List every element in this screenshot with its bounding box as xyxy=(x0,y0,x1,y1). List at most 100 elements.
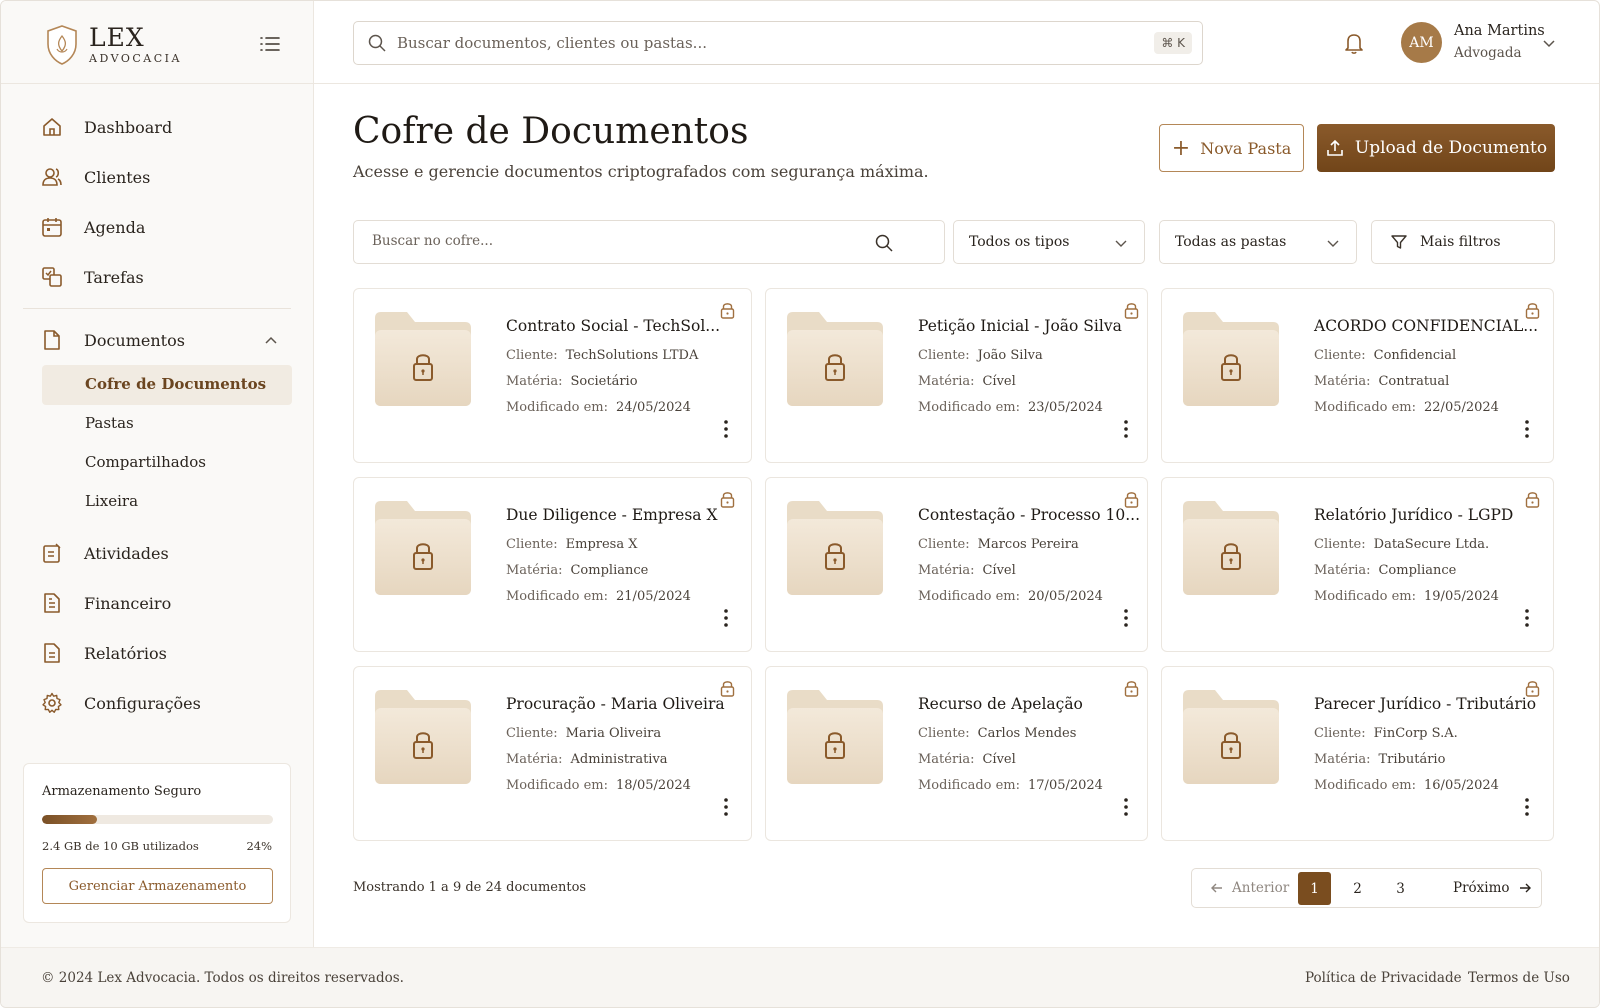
modified-value: 16/05/2024 xyxy=(1424,778,1499,793)
search-icon xyxy=(368,34,386,52)
chevron-down-icon[interactable] xyxy=(1541,35,1557,51)
terms-link[interactable]: Termos de Uso xyxy=(1468,970,1570,986)
lock-icon xyxy=(720,681,735,697)
document-modified: Modificado em: 18/05/2024 xyxy=(506,778,691,793)
document-title[interactable]: ACORDO CONFIDENCIAL... xyxy=(1314,317,1538,335)
modified-value: 17/05/2024 xyxy=(1028,778,1103,793)
document-card[interactable]: Due Diligence - Empresa X Cliente: Empres… xyxy=(353,477,752,652)
page-button-2[interactable]: 2 xyxy=(1341,872,1374,905)
locked-folder-icon xyxy=(375,690,471,784)
shortcut-badge: ⌘ K xyxy=(1154,32,1192,54)
user-name[interactable]: Ana Martins xyxy=(1454,23,1545,39)
footer-separator: · xyxy=(1450,970,1455,985)
document-card[interactable]: Petição Inicial - João Silva Cliente: Joã… xyxy=(765,288,1148,463)
sub-item-compartilhados[interactable]: Compartilhados xyxy=(85,453,206,471)
sidebar-item-configuracoes[interactable]: Configurações xyxy=(41,685,201,721)
document-matter: Matéria: Contratual xyxy=(1314,374,1449,389)
document-card[interactable]: Parecer Jurídico - Tributário Cliente: Fi… xyxy=(1161,666,1554,841)
document-title[interactable]: Petição Inicial - João Silva xyxy=(918,317,1122,335)
client-value: DataSecure Ltda. xyxy=(1373,537,1490,552)
document-title[interactable]: Contestação - Processo 10... xyxy=(918,506,1140,524)
new-folder-button[interactable]: + Nova Pasta xyxy=(1159,124,1304,172)
document-card[interactable]: Procuração - Maria Oliveira Cliente: Mari… xyxy=(353,666,752,841)
modified-label: Modificado em: xyxy=(1314,400,1417,415)
sidebar-item-dashboard[interactable]: Dashboard xyxy=(41,109,172,145)
next-page-button[interactable]: Próximo xyxy=(1453,869,1532,907)
chevron-up-icon[interactable] xyxy=(263,333,279,349)
more-options-icon[interactable] xyxy=(722,608,730,628)
sidebar-item-financeiro[interactable]: Financeiro xyxy=(41,585,171,621)
global-search[interactable]: ⌘ K xyxy=(353,21,1203,65)
upload-document-button[interactable]: Upload de Documento xyxy=(1317,124,1555,172)
client-label: Cliente: xyxy=(918,537,970,552)
sidebar-item-relatorios[interactable]: Relatórios xyxy=(41,635,167,671)
document-title[interactable]: Due Diligence - Empresa X xyxy=(506,506,718,524)
document-matter: Matéria: Compliance xyxy=(506,563,648,578)
global-search-input[interactable] xyxy=(397,34,1137,52)
sidebar-item-documentos[interactable]: Documentos xyxy=(41,322,185,358)
client-label: Cliente: xyxy=(1314,726,1366,741)
sidebar-item-label: Configurações xyxy=(84,693,201,713)
sidebar-item-label: Dashboard xyxy=(84,117,173,137)
avatar[interactable]: AM xyxy=(1401,22,1442,63)
document-matter: Matéria: Cível xyxy=(918,374,1016,389)
more-filters-button[interactable]: Mais filtros xyxy=(1371,220,1555,264)
sidebar-item-agenda[interactable]: Agenda xyxy=(41,209,145,245)
previous-page-button[interactable]: Anterior xyxy=(1210,869,1289,907)
document-card[interactable]: Contrato Social - TechSol... Cliente: Tec… xyxy=(353,288,752,463)
more-options-icon[interactable] xyxy=(722,797,730,817)
locked-folder-icon xyxy=(1183,312,1279,406)
document-card[interactable]: Relatório Jurídico - LGPD Cliente: DataSe… xyxy=(1161,477,1554,652)
document-card[interactable]: ACORDO CONFIDENCIAL... Cliente: Confidenc… xyxy=(1161,288,1554,463)
matter-label: Matéria: xyxy=(1314,563,1371,578)
more-options-icon[interactable] xyxy=(1122,419,1130,439)
storage-title: Armazenamento Seguro xyxy=(42,784,202,799)
more-options-icon[interactable] xyxy=(1523,608,1531,628)
document-title[interactable]: Contrato Social - TechSol... xyxy=(506,317,720,335)
document-icon xyxy=(44,330,60,350)
sub-item-lixeira[interactable]: Lixeira xyxy=(85,492,138,510)
menu-toggle-icon[interactable] xyxy=(259,33,281,55)
more-options-icon[interactable] xyxy=(1523,419,1531,439)
manage-storage-button[interactable]: Gerenciar Armazenamento xyxy=(42,868,273,904)
sidebar-item-clientes[interactable]: Clientes xyxy=(41,159,150,195)
bell-icon[interactable] xyxy=(1343,31,1365,55)
client-value: João Silva xyxy=(977,348,1043,363)
more-options-icon[interactable] xyxy=(722,419,730,439)
sidebar-item-tarefas[interactable]: Tarefas xyxy=(41,259,144,295)
folder-filter-select[interactable]: Todas as pastas xyxy=(1159,220,1357,264)
vault-search-input[interactable] xyxy=(372,233,872,249)
privacy-link[interactable]: Política de Privacidade xyxy=(1305,970,1462,986)
client-value: FinCorp S.A. xyxy=(1373,726,1458,741)
sub-item-pastas[interactable]: Pastas xyxy=(85,414,134,432)
modified-value: 24/05/2024 xyxy=(616,400,691,415)
document-title[interactable]: Parecer Jurídico - Tributário xyxy=(1314,695,1536,713)
footer: © 2024 Lex Advocacia. Todos os direitos … xyxy=(1,947,1599,1007)
lock-icon xyxy=(1124,492,1139,508)
document-card[interactable]: Recurso de Apelação Cliente: Carlos Mende… xyxy=(765,666,1148,841)
client-value: Marcos Pereira xyxy=(977,537,1079,552)
type-filter-select[interactable]: Todos os tipos xyxy=(953,220,1145,264)
document-matter: Matéria: Compliance xyxy=(1314,563,1456,578)
more-options-icon[interactable] xyxy=(1122,608,1130,628)
document-matter: Matéria: Administrativa xyxy=(506,752,668,767)
modified-value: 21/05/2024 xyxy=(616,589,691,604)
sub-item-cofre[interactable]: Cofre de Documentos xyxy=(85,375,266,393)
filter-icon xyxy=(1391,235,1407,249)
upload-document-label: Upload de Documento xyxy=(1354,138,1548,158)
sidebar-item-atividades[interactable]: Atividades xyxy=(41,535,169,571)
more-options-icon[interactable] xyxy=(1523,797,1531,817)
brand-logo[interactable]: LEX ADVOCACIA xyxy=(45,23,182,67)
document-title[interactable]: Procuração - Maria Oliveira xyxy=(506,695,725,713)
document-title[interactable]: Relatório Jurídico - LGPD xyxy=(1314,506,1513,524)
document-modified: Modificado em: 17/05/2024 xyxy=(918,778,1103,793)
document-client: Cliente: Carlos Mendes xyxy=(918,726,1076,741)
search-icon[interactable] xyxy=(874,233,894,253)
document-title[interactable]: Recurso de Apelação xyxy=(918,695,1083,713)
page-button-1[interactable]: 1 xyxy=(1298,872,1331,905)
matter-value: Contratual xyxy=(1378,374,1450,389)
page-button-3[interactable]: 3 xyxy=(1384,872,1417,905)
more-options-icon[interactable] xyxy=(1122,797,1130,817)
document-card[interactable]: Contestação - Processo 10... Cliente: Mar… xyxy=(765,477,1148,652)
vault-search[interactable] xyxy=(353,220,945,264)
